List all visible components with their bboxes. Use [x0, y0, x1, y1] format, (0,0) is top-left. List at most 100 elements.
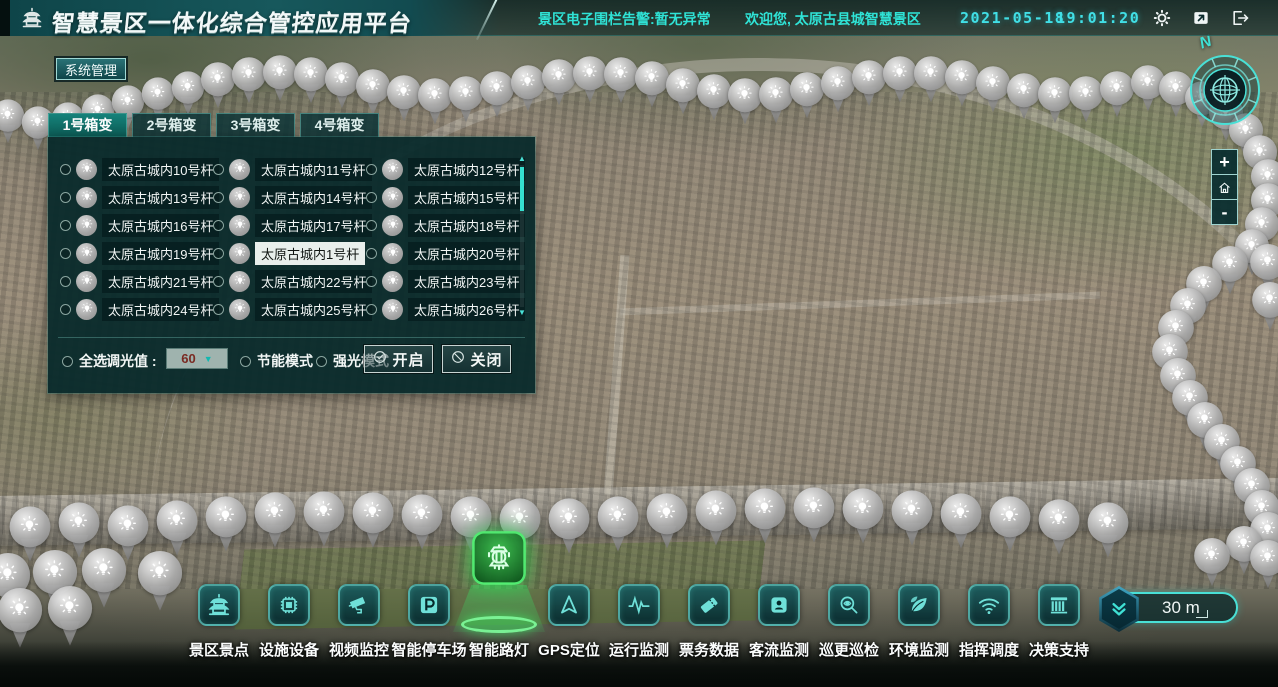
logout-icon[interactable]: [1228, 6, 1252, 30]
chip-icon: [268, 584, 310, 626]
lamp-item[interactable]: 太原古城内26号杆: [366, 295, 519, 323]
lamp-marker-icon[interactable]: [302, 491, 345, 549]
lamp-marker-icon[interactable]: [890, 490, 933, 548]
radio-icon[interactable]: [60, 164, 71, 175]
toolbar-item-视频监控[interactable]: 视频监控: [324, 584, 394, 660]
toolbar-item-指挥调度[interactable]: 指挥调度: [954, 584, 1024, 660]
lamp-marker-icon[interactable]: [694, 490, 737, 548]
scrollbar-thumb[interactable]: [520, 167, 524, 211]
radio-icon[interactable]: [213, 192, 224, 203]
tab-2号箱变[interactable]: 2号箱变: [132, 113, 211, 137]
lamp-marker-icon[interactable]: [0, 588, 43, 650]
lamp-marker-icon[interactable]: [645, 493, 688, 551]
toolbar-item-客流监测[interactable]: 客流监测: [744, 584, 814, 660]
lamp-marker-icon[interactable]: [547, 498, 590, 556]
scroll-up-icon[interactable]: ▲: [518, 155, 526, 163]
toolbar-item-设施设备[interactable]: 设施设备: [254, 584, 324, 660]
lamp-marker-icon[interactable]: [841, 488, 884, 546]
lamp-marker-icon[interactable]: [1037, 499, 1080, 557]
lamp-item[interactable]: 太原古城内10号杆: [60, 155, 213, 183]
radio-icon[interactable]: [60, 192, 71, 203]
lamp-item[interactable]: 太原古城内23号杆: [366, 267, 519, 295]
lamp-item[interactable]: 太原古城内18号杆: [366, 211, 519, 239]
lamp-item[interactable]: 太原古城内22号杆: [213, 267, 366, 295]
lamp-item[interactable]: 太原古城内17号杆: [213, 211, 366, 239]
lamp-marker-icon[interactable]: [47, 586, 94, 648]
lamp-marker-icon[interactable]: [1193, 538, 1231, 588]
bottom-toolbar: 景区景点设施设备视频监控智能停车场智能路灯GPS定位运行监测票务数据客流监测巡更…: [184, 584, 1094, 660]
system-manage-button[interactable]: 系统管理: [56, 58, 126, 80]
lamp-marker-icon[interactable]: [1086, 502, 1129, 560]
radio-icon[interactable]: [213, 220, 224, 231]
lamp-marker-icon[interactable]: [743, 488, 786, 546]
lamp-marker-icon[interactable]: [1249, 540, 1278, 590]
radio-icon[interactable]: [213, 276, 224, 287]
app-screen: 智慧景区一体化综合管控应用平台 景区电子围栏告警:暂无异常 欢迎您, 太原古县城…: [0, 0, 1278, 687]
lamp-marker-icon[interactable]: [155, 500, 198, 558]
lamp-marker-icon[interactable]: [1251, 282, 1278, 332]
lamp-item[interactable]: 太原古城内19号杆: [60, 239, 213, 267]
lamp-item[interactable]: 太原古城内12号杆: [366, 155, 519, 183]
toolbar-item-票务数据[interactable]: 票务数据: [674, 584, 744, 660]
lamp-item[interactable]: 太原古城内20号杆: [366, 239, 519, 267]
fullscreen-icon[interactable]: [1189, 6, 1213, 30]
radio-icon[interactable]: [62, 356, 73, 367]
lamp-item[interactable]: 太原古城内13号杆: [60, 183, 213, 211]
settings-gear-icon[interactable]: [1150, 6, 1174, 30]
lamp-marker-icon[interactable]: [988, 496, 1031, 554]
lamp-marker-icon[interactable]: [792, 487, 835, 545]
lamp-marker-icon[interactable]: [137, 551, 184, 613]
lamp-marker-icon[interactable]: [596, 496, 639, 554]
lamp-item[interactable]: 太原古城内15号杆: [366, 183, 519, 211]
dim-value-select[interactable]: 60 ▼: [166, 348, 228, 369]
lamp-item[interactable]: 太原古城内21号杆: [60, 267, 213, 295]
zoom-out-button[interactable]: -: [1211, 199, 1238, 225]
radio-icon[interactable]: [366, 276, 377, 287]
tab-1号箱变[interactable]: 1号箱变: [48, 113, 127, 137]
radio-icon[interactable]: [213, 164, 224, 175]
lamp-item[interactable]: 太原古城内16号杆: [60, 211, 213, 239]
lamp-item[interactable]: 太原古城内25号杆: [213, 295, 366, 323]
lamp-marker-icon[interactable]: [351, 492, 394, 550]
lamp-item[interactable]: 太原古城内1号杆: [213, 239, 366, 267]
radio-icon[interactable]: [60, 220, 71, 231]
select-all-radio[interactable]: 全选: [62, 351, 107, 371]
toolbar-item-GPS定位[interactable]: GPS定位: [534, 584, 604, 660]
radio-icon[interactable]: [213, 248, 224, 259]
zoom-in-button[interactable]: +: [1211, 149, 1238, 175]
lamp-marker-icon[interactable]: [939, 493, 982, 551]
radio-icon[interactable]: [60, 276, 71, 287]
radio-icon[interactable]: [366, 248, 377, 259]
lamp-marker-icon[interactable]: [204, 496, 247, 554]
radio-icon[interactable]: [213, 304, 224, 315]
scroll-down-icon[interactable]: ▼: [518, 309, 526, 317]
tab-3号箱变[interactable]: 3号箱变: [216, 113, 295, 137]
lamp-item[interactable]: 太原古城内11号杆: [213, 155, 366, 183]
eco-mode-radio[interactable]: 节能模式: [240, 351, 313, 371]
radio-icon[interactable]: [316, 356, 327, 367]
radio-icon[interactable]: [366, 192, 377, 203]
compass-icon[interactable]: [1187, 52, 1263, 133]
lamp-item[interactable]: 太原古城内24号杆: [60, 295, 213, 323]
radio-icon[interactable]: [60, 248, 71, 259]
home-button[interactable]: [1211, 174, 1238, 200]
toolbar-item-运行监测[interactable]: 运行监测: [604, 584, 674, 660]
tab-4号箱变[interactable]: 4号箱变: [300, 113, 379, 137]
toolbar-item-智能路灯[interactable]: 智能路灯: [464, 584, 534, 660]
radio-icon[interactable]: [366, 304, 377, 315]
close-button[interactable]: 关闭: [442, 345, 511, 373]
radio-icon[interactable]: [366, 164, 377, 175]
lamp-list-scrollbar[interactable]: ▲ ▼: [517, 155, 527, 317]
radio-icon[interactable]: [60, 304, 71, 315]
toolbar-item-巡更巡检[interactable]: 巡更巡检: [814, 584, 884, 660]
radio-icon[interactable]: [366, 220, 377, 231]
lamp-marker-icon[interactable]: [400, 494, 443, 552]
radio-icon[interactable]: [240, 356, 251, 367]
open-button[interactable]: 开启: [364, 345, 433, 373]
toolbar-item-环境监测[interactable]: 环境监测: [884, 584, 954, 660]
lamp-item[interactable]: 太原古城内14号杆: [213, 183, 366, 211]
lamp-marker-icon[interactable]: [253, 492, 296, 550]
toolbar-item-决策支持[interactable]: 决策支持: [1024, 584, 1094, 660]
toolbar-item-智能停车场[interactable]: 智能停车场: [394, 584, 464, 660]
toolbar-item-景区景点[interactable]: 景区景点: [184, 584, 254, 660]
